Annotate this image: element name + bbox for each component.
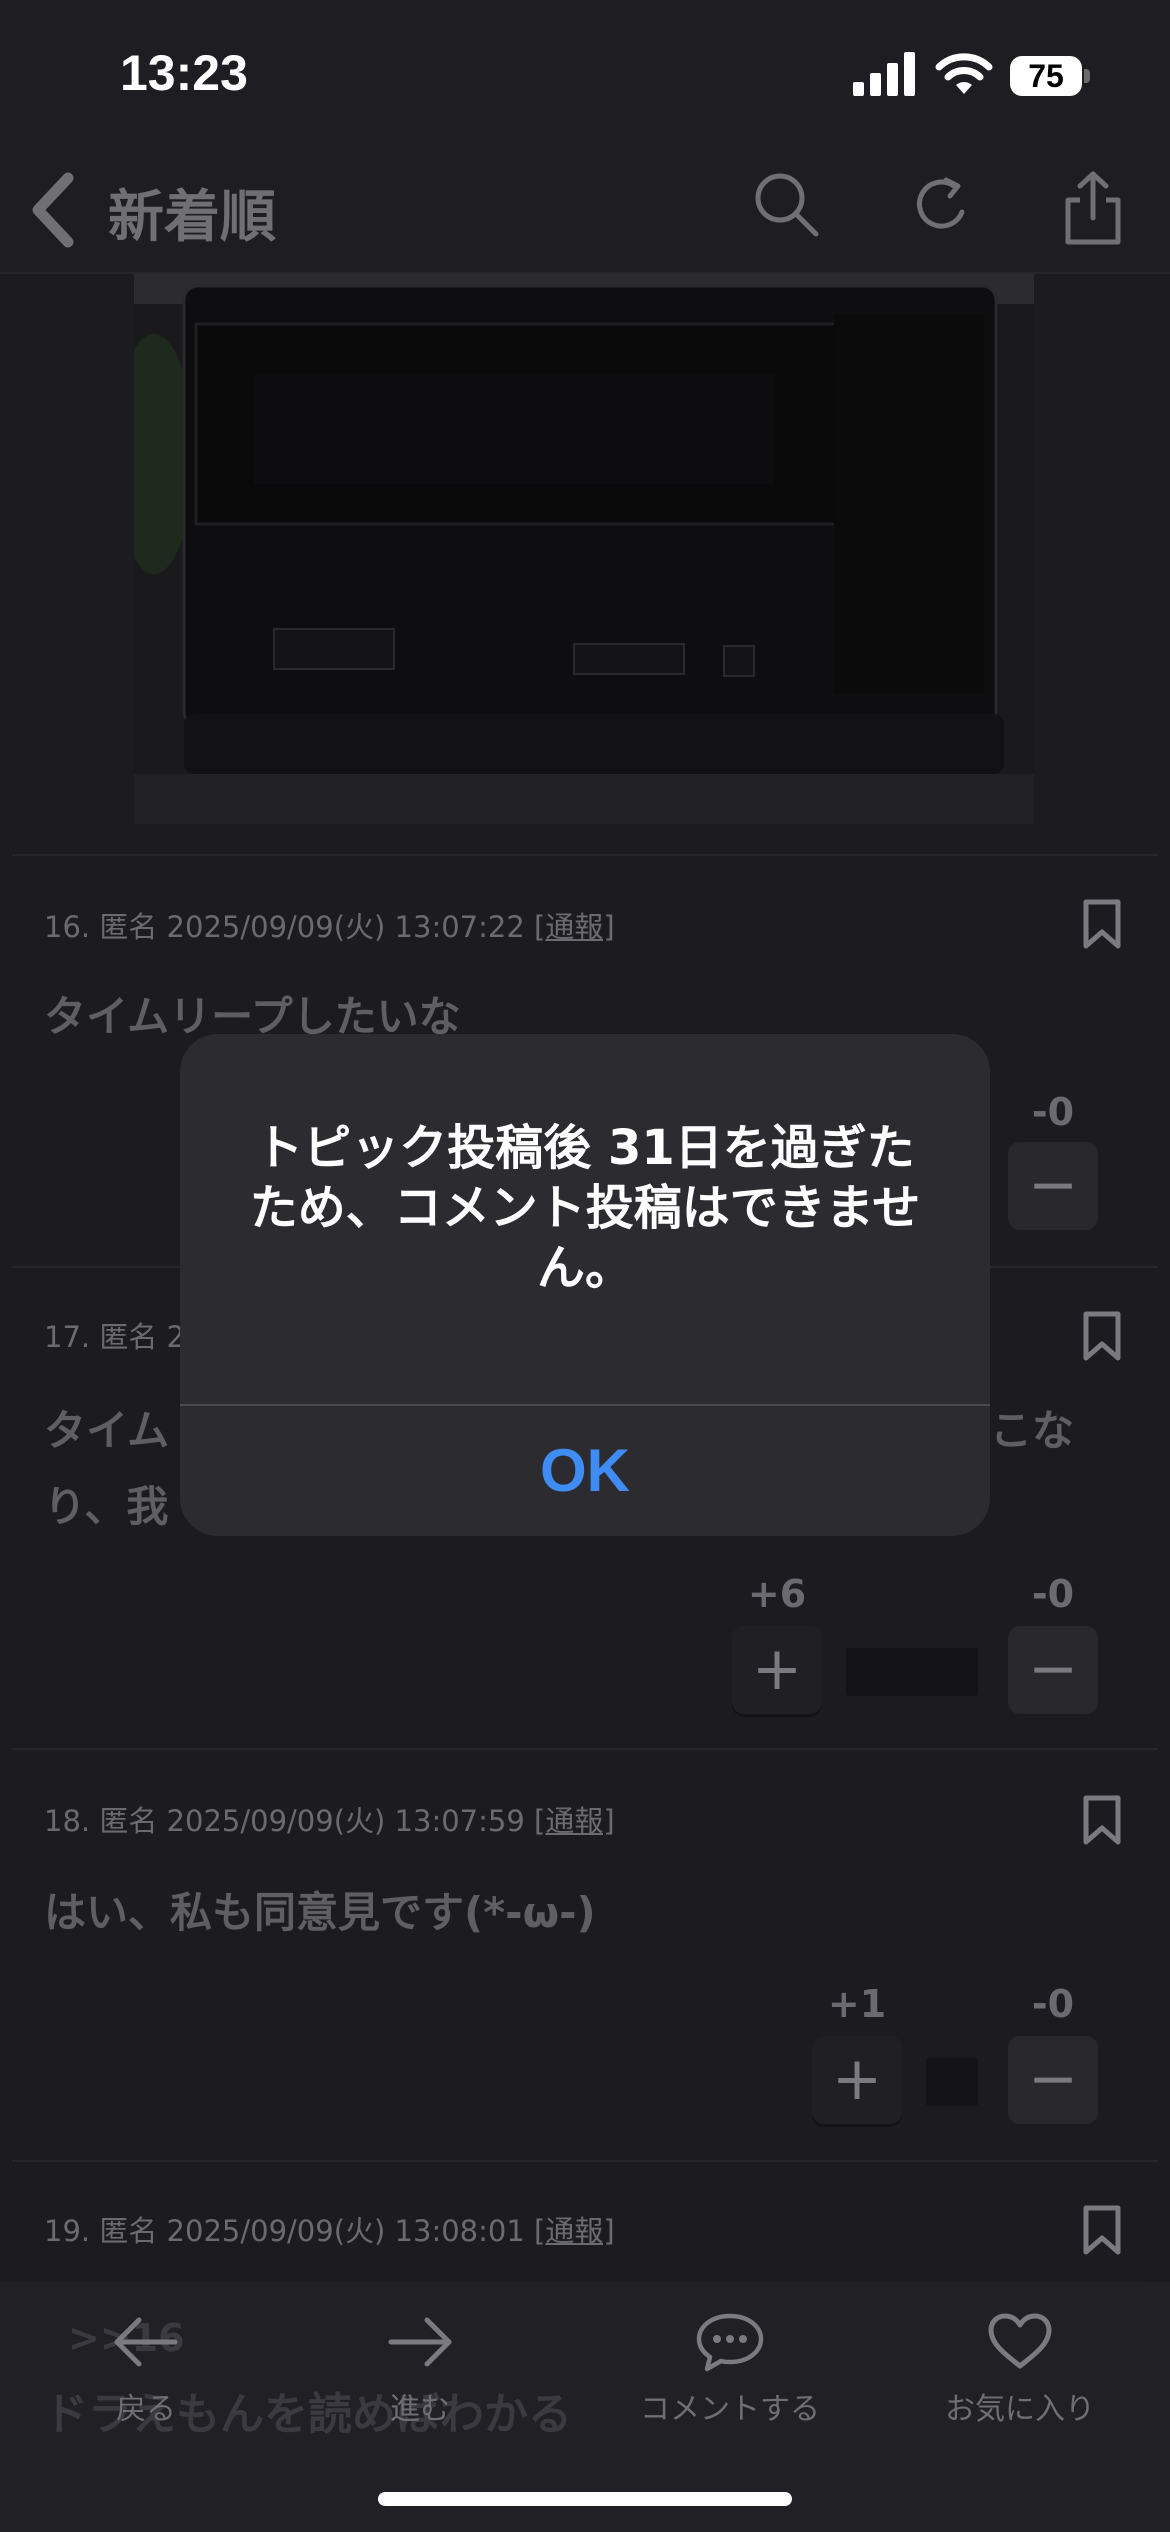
minus-button[interactable]: − [1008, 2036, 1098, 2124]
minus-count: -0 [1031, 1090, 1075, 1134]
navigation-bar: 新着順 [0, 150, 1170, 274]
bookmark-icon[interactable] [1082, 898, 1122, 950]
comment-meta: 17. 匿名 2 [44, 1320, 186, 1354]
tab-comment-label: コメントする [640, 2392, 820, 2427]
alert-dialog: トピック投稿後 31日を過ぎたため、コメント投稿はできません。 OK [180, 1034, 990, 1536]
tab-favorite-label: お気に入り [945, 2392, 1095, 2427]
back-chevron-icon[interactable] [24, 170, 84, 250]
divider [12, 2160, 1158, 2162]
plus-count: +1 [827, 1982, 887, 2026]
report-link[interactable]: [通報] [534, 1804, 615, 1838]
tab-favorite[interactable]: お気に入り [910, 2312, 1130, 2428]
plus-button[interactable]: + [812, 2036, 902, 2124]
minus-count: -0 [1031, 1982, 1075, 2026]
vote-ratio-bar [926, 2058, 978, 2106]
minus-count: -0 [1031, 1572, 1075, 1616]
comment-text: はい、私も同意見です(*-ω-) [44, 1888, 596, 1937]
minus-button[interactable]: − [1008, 1142, 1098, 1230]
tab-back[interactable]: 戻る [56, 2312, 236, 2428]
report-link[interactable]: [通報] [534, 2214, 615, 2248]
alert-message: トピック投稿後 31日を過ぎたため、コメント投稿はできません。 [249, 1120, 921, 1296]
alert-ok-button[interactable]: OK [180, 1406, 990, 1536]
comment-text-line: こな [990, 1406, 1075, 1455]
microwave-image [134, 274, 1034, 824]
report-link[interactable]: [通報] [534, 910, 615, 944]
battery-level: 75 [1010, 56, 1082, 96]
home-indicator [378, 2492, 792, 2506]
comment-meta: 19. 匿名 2025/09/09(火) 13:08:01 [通報] [44, 2214, 615, 2248]
arrow-right-icon [388, 2317, 452, 2367]
arrow-left-icon [114, 2317, 178, 2367]
speech-bubble-icon [696, 2313, 764, 2372]
cellular-signal-icon [853, 52, 915, 96]
page-title: 新着順 [108, 185, 276, 250]
plus-count: +6 [747, 1572, 807, 1616]
heart-icon [988, 2313, 1052, 2369]
divider [12, 854, 1158, 856]
comment-meta: 18. 匿名 2025/09/09(火) 13:07:59 [通報] [44, 1804, 615, 1838]
bookmark-icon[interactable] [1082, 1794, 1122, 1846]
wifi-icon [935, 53, 993, 94]
battery-icon: 75 [1010, 56, 1090, 96]
minus-button[interactable]: − [1008, 1626, 1098, 1714]
bookmark-icon[interactable] [1082, 2204, 1122, 2256]
tab-forward[interactable]: 進む [330, 2312, 510, 2428]
search-icon[interactable] [752, 170, 822, 240]
tab-comment[interactable]: コメントする [600, 2312, 860, 2428]
vote-ratio-bar [846, 1648, 978, 1696]
status-time: 13:23 [120, 45, 248, 101]
comment-meta: 16. 匿名 2025/09/09(火) 13:07:22 [通報] [44, 910, 615, 944]
post-image [134, 274, 1034, 824]
comment-text-line: タイム [44, 1406, 170, 1455]
tab-forward-label: 進む [390, 2392, 450, 2427]
comment-text-line: り、我 [44, 1482, 169, 1531]
reload-icon[interactable] [910, 172, 974, 238]
tab-back-label: 戻る [116, 2392, 176, 2427]
plus-button[interactable]: + [732, 1626, 822, 1714]
status-bar: 13:23 75 [0, 0, 1170, 150]
bookmark-icon[interactable] [1082, 1310, 1122, 1362]
share-icon[interactable] [1060, 170, 1126, 246]
divider [12, 1748, 1158, 1750]
